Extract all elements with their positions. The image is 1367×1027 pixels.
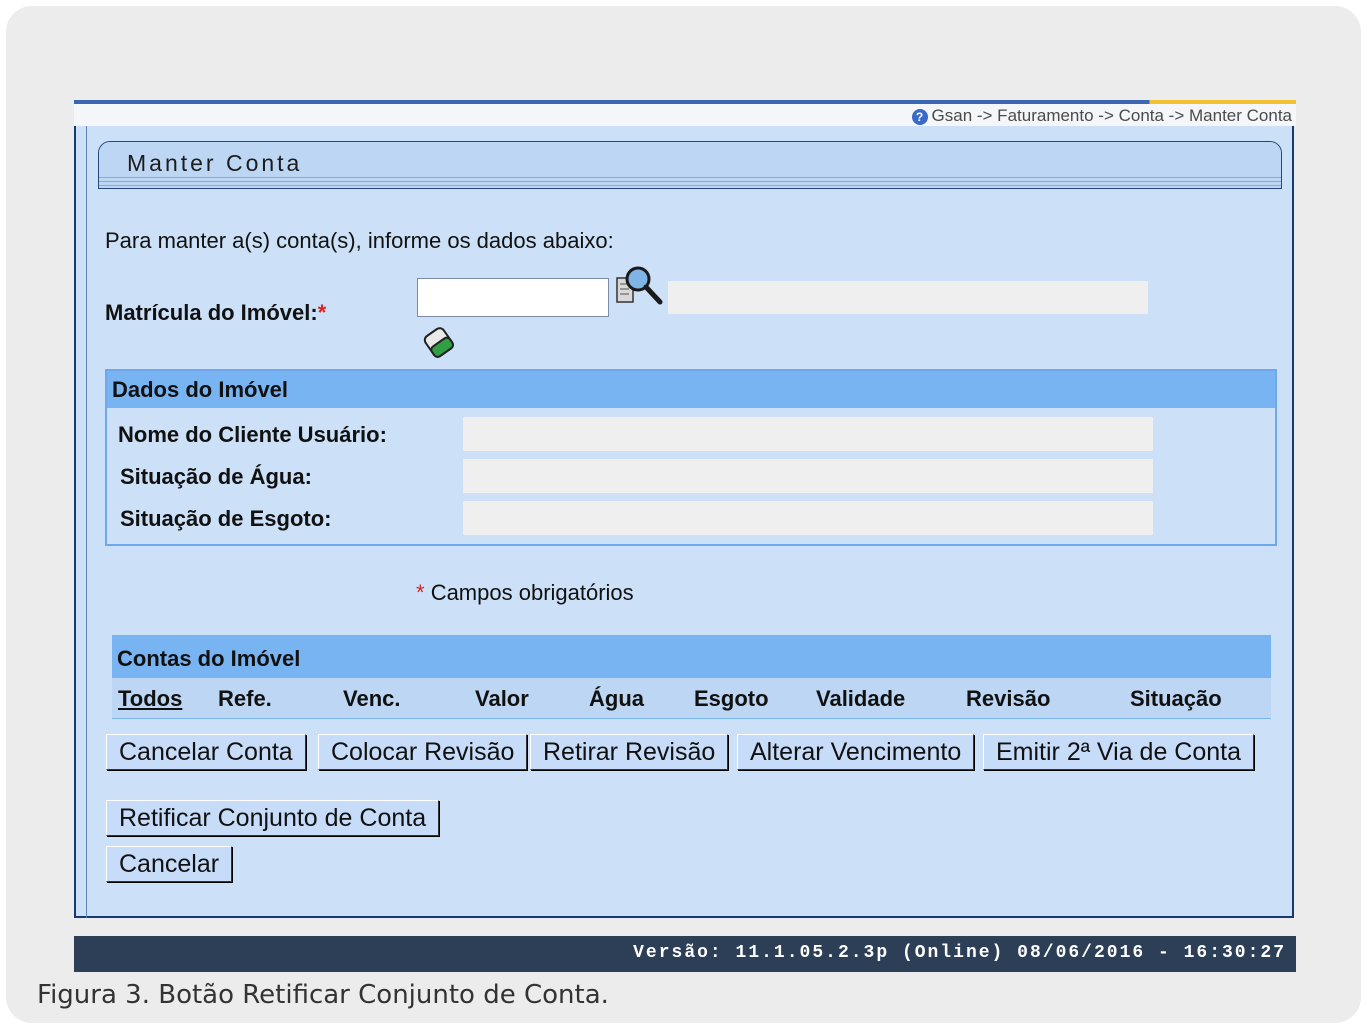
search-icon[interactable] [614,264,664,308]
matricula-input[interactable] [417,278,609,317]
instructions-text: Para manter a(s) conta(s), informe os da… [105,228,614,253]
page-title: Manter Conta [127,150,303,176]
situacao-esgoto-field [463,501,1153,535]
column-situacao: Situação [1130,686,1222,711]
alterar-vencimento-button[interactable]: Alterar Vencimento [737,734,975,770]
situacao-esgoto-label: Situação de Esgoto: [120,506,332,531]
page-title-bar: Manter Conta [98,141,1282,189]
dados-imovel-section: Dados do Imóvel Nome do Cliente Usuário:… [105,369,1277,546]
colocar-revisao-button[interactable]: Colocar Revisão [318,734,528,770]
column-esgoto: Esgoto [694,686,769,711]
breadcrumb-text[interactable]: Gsan -> Faturamento -> Conta -> Manter C… [932,106,1292,125]
version-text: Versão: 11.1.05.2.3p (Online) 08/06/2016… [633,943,1286,963]
column-agua: Água [589,686,644,711]
required-note: * Campos obrigatórios [416,580,634,605]
cancelar-conta-button[interactable]: Cancelar Conta [106,734,306,770]
eraser-icon[interactable] [419,320,459,362]
column-revisao: Revisão [966,686,1051,711]
breadcrumb-bar: ? Gsan -> Faturamento -> Conta -> Manter … [74,104,1296,126]
emitir-2via-button[interactable]: Emitir 2ª Via de Conta [983,734,1255,770]
retirar-revisao-button[interactable]: Retirar Revisão [530,734,729,770]
dados-imovel-title: Dados do Imóvel [112,377,289,402]
contas-imovel-title: Contas do Imóvel [117,646,301,671]
matricula-label: Matrícula do Imóvel:* [105,300,327,325]
column-valor: Valor [475,686,529,711]
column-venc: Venc. [343,686,401,711]
matricula-description-field [668,281,1148,314]
column-validade: Validade [816,686,906,711]
situacao-agua-label: Situação de Água: [120,464,312,489]
version-footer: Versão: 11.1.05.2.3p (Online) 08/06/2016… [74,936,1296,972]
cancelar-button[interactable]: Cancelar [106,846,233,882]
help-icon[interactable]: ? [911,108,928,125]
nome-cliente-field [463,417,1153,451]
column-refe: Refe. [218,686,272,711]
situacao-agua-field [463,459,1153,493]
retificar-conjunto-button[interactable]: Retificar Conjunto de Conta [106,800,440,836]
nome-cliente-label: Nome do Cliente Usuário: [118,422,387,447]
contas-header-row: Todos Refe. Venc. Valor Água Esgoto Vali… [112,678,1271,718]
figure-caption: Figura 3. Botão Retificar Conjunto de Co… [37,980,609,1010]
breadcrumb: ? Gsan -> Faturamento -> Conta -> Manter … [911,106,1292,126]
column-todos-link[interactable]: Todos [118,686,182,712]
dados-imovel-header: Dados do Imóvel [107,371,1275,408]
